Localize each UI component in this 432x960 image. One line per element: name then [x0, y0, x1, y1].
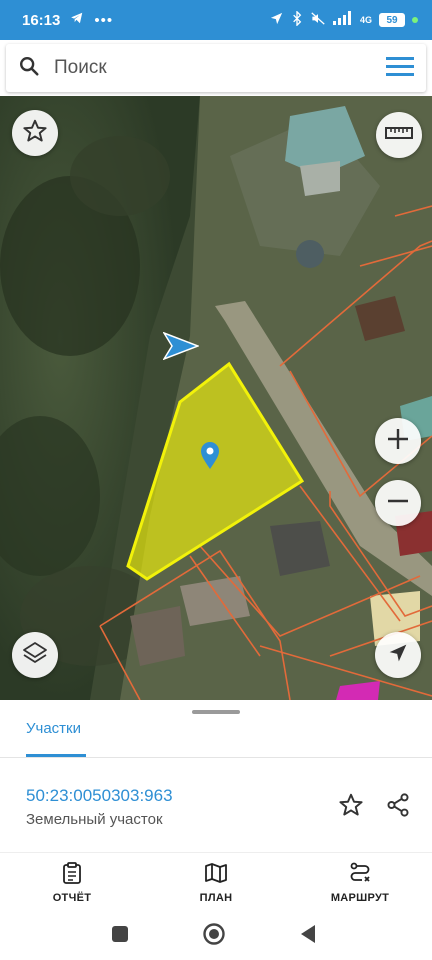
status-bar: 16:13 ••• 4G 59	[0, 0, 432, 40]
sheet-drag-handle[interactable]	[192, 710, 240, 714]
layers-icon	[21, 639, 49, 672]
zoom-out-button[interactable]	[375, 480, 421, 526]
parcel-type: Земельный участок	[26, 811, 163, 828]
menu-icon[interactable]	[386, 55, 414, 82]
layers-button[interactable]	[12, 632, 58, 678]
charging-dot	[412, 17, 418, 23]
nav-plan[interactable]: ПЛАН	[161, 861, 271, 904]
plus-icon	[385, 426, 411, 457]
signal-icon	[332, 11, 353, 29]
square-icon	[111, 925, 129, 948]
nav-plan-label: ПЛАН	[199, 892, 233, 904]
parcel-marker-icon[interactable]	[200, 442, 220, 475]
system-nav-bar	[0, 912, 432, 960]
user-location-arrow-icon	[162, 331, 201, 365]
bottom-nav: ОТЧЁТ ПЛАН МАРШРУТ	[0, 852, 432, 912]
more-notifications-icon: •••	[94, 11, 114, 29]
search-input[interactable]	[54, 57, 386, 79]
recents-button[interactable]	[108, 924, 132, 948]
share-button[interactable]	[383, 792, 413, 822]
zoom-in-button[interactable]	[375, 418, 421, 464]
nav-route[interactable]: МАРШРУТ	[305, 861, 415, 904]
back-button[interactable]	[296, 924, 320, 948]
home-button[interactable]	[202, 922, 226, 951]
network-type: 4G	[359, 15, 372, 25]
clipboard-icon	[60, 861, 84, 888]
ruler-button[interactable]	[376, 112, 422, 158]
nav-route-label: МАРШРУТ	[330, 892, 390, 904]
map-icon	[204, 861, 228, 888]
star-icon	[22, 118, 48, 149]
search-icon[interactable]	[18, 55, 40, 82]
navigation-arrow-icon	[388, 643, 408, 668]
bluetooth-icon	[291, 9, 303, 30]
parcel-bottom-sheet[interactable]: Участки 50:23:0050303:963 Земельный учас…	[0, 700, 432, 852]
battery-icon: 59	[379, 13, 405, 27]
share-icon	[385, 792, 411, 823]
minus-icon	[385, 488, 411, 519]
home-circle-icon	[202, 922, 226, 951]
search-bar[interactable]	[6, 44, 426, 92]
star-icon	[338, 792, 364, 823]
tab-parcels[interactable]: Участки	[26, 720, 81, 737]
nav-report-label: ОТЧЁТ	[52, 892, 92, 904]
satellite-map[interactable]	[0, 96, 432, 700]
route-icon	[348, 861, 372, 888]
favorite-button[interactable]	[12, 110, 58, 156]
map-view[interactable]	[0, 96, 432, 700]
location-icon	[269, 11, 284, 30]
ruler-icon	[385, 125, 413, 146]
sheet-divider	[0, 757, 432, 758]
cadastral-number[interactable]: 50:23:0050303:963	[26, 786, 173, 806]
telegram-icon	[70, 11, 84, 29]
my-location-button[interactable]	[375, 632, 421, 678]
back-triangle-icon	[299, 924, 317, 949]
mute-icon	[310, 11, 326, 30]
nav-report[interactable]: ОТЧЁТ	[17, 861, 127, 904]
favorite-parcel-button[interactable]	[336, 792, 366, 822]
status-time: 16:13	[22, 11, 61, 29]
